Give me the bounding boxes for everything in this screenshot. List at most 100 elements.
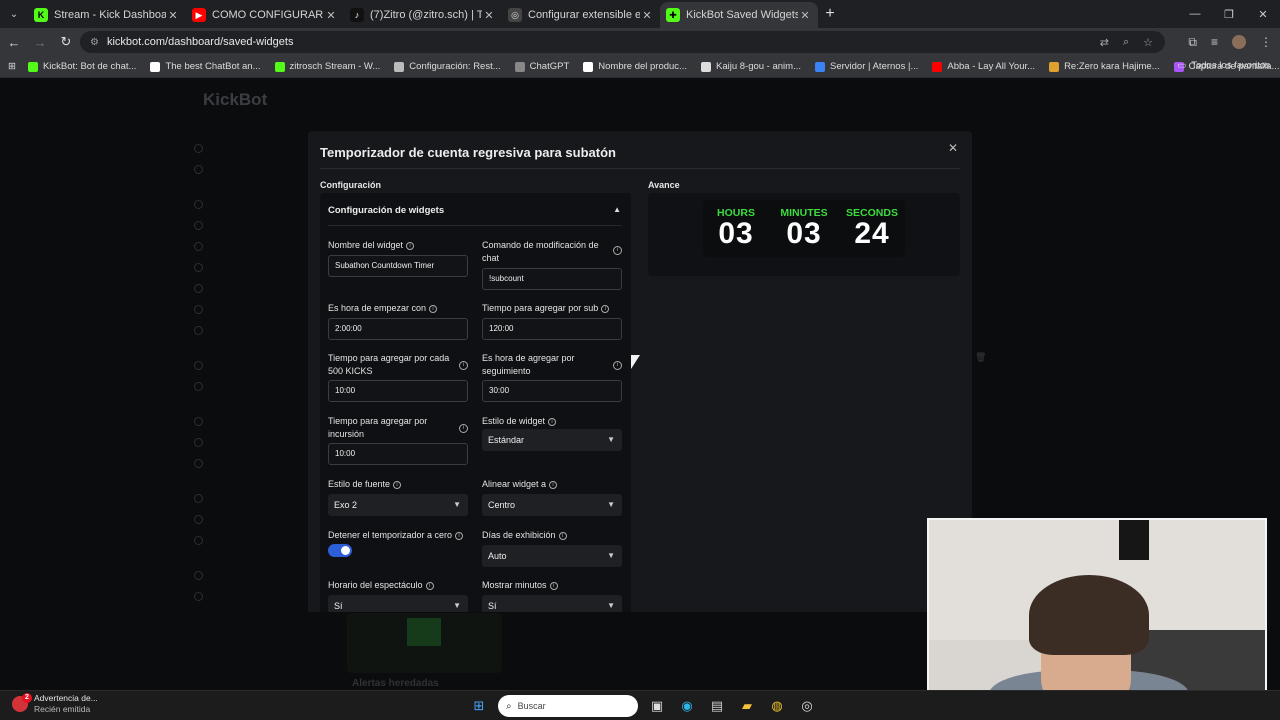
show-minutes-field: Mostrar minutos i Sí ▼ bbox=[482, 579, 622, 612]
info-icon[interactable]: i bbox=[613, 246, 622, 255]
align-select[interactable]: Centro ▼ bbox=[482, 494, 622, 516]
warning-icon: 2 bbox=[12, 693, 32, 712]
info-icon[interactable]: i bbox=[558, 531, 567, 540]
widget-preview: HOURS 03 MINUTES 03 SECONDS 24 bbox=[648, 193, 960, 276]
bookmark-item[interactable]: ChatGPT bbox=[514, 61, 569, 72]
profile-avatar-icon[interactable] bbox=[1232, 35, 1246, 49]
edge-icon[interactable]: ◉ bbox=[676, 695, 698, 717]
info-icon[interactable]: i bbox=[549, 581, 558, 590]
divider bbox=[328, 225, 622, 226]
close-tab-icon[interactable]: ✕ bbox=[482, 9, 496, 22]
back-icon[interactable]: ← bbox=[2, 30, 26, 54]
display-days-select[interactable]: Auto ▼ bbox=[482, 545, 622, 567]
bookmark-item[interactable]: Servidor | Aternos |... bbox=[815, 61, 918, 72]
taskbar-search[interactable]: ⌕ Buscar bbox=[498, 695, 638, 717]
time-per-sub-input[interactable]: 120:00 bbox=[482, 318, 622, 340]
info-icon[interactable]: i bbox=[429, 304, 438, 313]
trash-icon[interactable]: 🗑 bbox=[975, 352, 986, 363]
minimize-icon[interactable]: — bbox=[1178, 0, 1212, 28]
widget-style-select[interactable]: Estándar ▼ bbox=[482, 429, 622, 451]
maximize-icon[interactable]: ❐ bbox=[1212, 0, 1246, 28]
info-icon[interactable]: i bbox=[425, 581, 434, 590]
bookmark-item[interactable]: KickBot: Bot de chat... bbox=[27, 61, 137, 72]
info-icon[interactable]: i bbox=[601, 304, 610, 313]
windows-start-icon[interactable]: ⊞ bbox=[468, 695, 490, 717]
notification-widget[interactable]: 2 Advertencia de... Recién emitida bbox=[12, 693, 98, 715]
info-icon[interactable]: i bbox=[406, 241, 415, 250]
file-explorer-icon[interactable]: ▰ bbox=[736, 695, 758, 717]
menu-dots-icon[interactable]: ⋮ bbox=[1260, 35, 1272, 49]
stop-at-zero-toggle[interactable] bbox=[328, 544, 352, 557]
bookmark-item[interactable]: Abba - Lay All Your... bbox=[932, 61, 1035, 72]
tab-kick-dashboard[interactable]: K Stream - Kick Dashboard ✕ bbox=[28, 2, 186, 28]
new-tab-icon[interactable]: + bbox=[818, 5, 842, 23]
close-icon[interactable]: ✕ bbox=[944, 141, 962, 159]
tab-tiktok[interactable]: ♪ (7)Zitro (@zitro.sch) | TikTok ✕ bbox=[344, 2, 502, 28]
info-icon[interactable]: i bbox=[459, 361, 468, 370]
close-tab-icon[interactable]: ✕ bbox=[798, 9, 812, 22]
bookmark-label: Abba - Lay All Your... bbox=[947, 61, 1036, 72]
font-style-field: Estilo de fuente i Exo 2 ▼ bbox=[328, 478, 468, 516]
time-per-kicks-input[interactable]: 10:00 bbox=[328, 380, 468, 402]
info-icon[interactable]: i bbox=[549, 480, 558, 489]
font-style-select[interactable]: Exo 2 ▼ bbox=[328, 494, 468, 516]
chevron-down-icon: ▼ bbox=[607, 601, 615, 610]
all-bookmarks[interactable]: ▭ Todos los favoritos bbox=[1177, 60, 1270, 71]
media-control-icon[interactable]: ≡ bbox=[1211, 35, 1218, 49]
info-icon[interactable]: i bbox=[393, 480, 402, 489]
url-bar[interactable]: ⚙ kickbot.com/dashboard/saved-widgets ⇄ … bbox=[80, 31, 1165, 53]
bookmark-item[interactable]: Configuración: Rest... bbox=[394, 61, 501, 72]
chrome-icon[interactable]: ◍ bbox=[766, 695, 788, 717]
chevron-down-icon: ▼ bbox=[607, 435, 615, 444]
show-minutes-select[interactable]: Sí ▼ bbox=[482, 595, 622, 612]
bookmark-item[interactable]: Re:Zero kara Hajime... bbox=[1049, 61, 1160, 72]
bookmark-label: KickBot: Bot de chat... bbox=[42, 61, 137, 72]
align-field: Alinear widget ai Centro ▼ bbox=[482, 478, 622, 516]
show-schedule-label: Horario del espectáculo bbox=[328, 580, 423, 590]
forward-icon[interactable]: → bbox=[28, 30, 52, 54]
bookmark-favicon-icon bbox=[583, 61, 594, 72]
close-tab-icon[interactable]: ✕ bbox=[166, 9, 180, 22]
time-per-follow-input[interactable]: 30:00 bbox=[482, 380, 622, 402]
info-icon[interactable]: i bbox=[459, 424, 468, 433]
bookmark-item[interactable]: The best ChatBot an... bbox=[150, 61, 261, 72]
kickbot-logo: KickBot bbox=[203, 90, 268, 109]
chevron-down-icon: ▼ bbox=[453, 601, 461, 610]
close-tab-icon[interactable]: ✕ bbox=[324, 9, 338, 22]
extensions-icon[interactable]: ⧉ bbox=[1188, 35, 1197, 50]
tab-bar: ⌄ K Stream - Kick Dashboard ✕ ▶ COMO CON… bbox=[0, 0, 1280, 28]
tab-search-chevron-icon[interactable]: ⌄ bbox=[0, 0, 28, 28]
info-icon[interactable]: i bbox=[548, 417, 557, 426]
tab-kickbot-saved-widgets[interactable]: ✚ KickBot Saved Widgets ✕ bbox=[660, 2, 818, 28]
time-per-raid-input[interactable]: 10:00 bbox=[328, 443, 468, 465]
show-schedule-select[interactable]: Sí ▼ bbox=[328, 595, 468, 612]
reload-icon[interactable]: ↻ bbox=[54, 30, 78, 54]
zoom-icon[interactable]: ⌕ bbox=[1123, 36, 1129, 49]
bookmark-item[interactable]: Nombre del produc... bbox=[583, 61, 687, 72]
start-time-input[interactable]: 2:00:00 bbox=[328, 318, 468, 340]
time-per-sub-field: Tiempo para agregar por sub i 120:00 bbox=[482, 302, 622, 340]
widget-style-field: Estilo de widget i Estándar ▼ bbox=[482, 415, 622, 451]
all-bookmarks-label: Todos los favoritos bbox=[1191, 60, 1270, 71]
tab-youtube-video[interactable]: ▶ COMO CONFIGURAR E4XTENS ✕ bbox=[186, 2, 344, 28]
translate-icon[interactable]: ⇄ bbox=[1100, 36, 1109, 49]
bookmark-favicon-icon bbox=[932, 61, 943, 72]
close-tab-icon[interactable]: ✕ bbox=[640, 9, 654, 22]
bookmark-item[interactable]: zitrosch Stream - W... bbox=[274, 61, 380, 72]
chat-command-input[interactable]: !subcount bbox=[482, 268, 622, 290]
bookmark-star-icon[interactable]: ☆ bbox=[1143, 36, 1153, 49]
terminal-icon[interactable]: ▤ bbox=[706, 695, 728, 717]
tab-obs-config[interactable]: ◎ Configurar extensible en OBS ✕ bbox=[502, 2, 660, 28]
bookmark-item[interactable]: Kaiju 8-gou - anim... bbox=[700, 61, 801, 72]
task-view-icon[interactable]: ▣ bbox=[646, 695, 668, 717]
close-window-icon[interactable]: ✕ bbox=[1246, 0, 1280, 28]
chevron-up-icon[interactable]: ▲ bbox=[613, 205, 621, 214]
modal-title: Temporizador de cuenta regresiva para su… bbox=[320, 145, 616, 160]
obs-icon[interactable]: ◎ bbox=[796, 695, 818, 717]
widget-name-input[interactable]: Subathon Countdown Timer bbox=[328, 255, 468, 277]
info-icon[interactable]: i bbox=[613, 361, 622, 370]
site-info-icon[interactable]: ⚙ bbox=[90, 37, 99, 48]
info-icon[interactable]: i bbox=[455, 531, 464, 540]
url-text: kickbot.com/dashboard/saved-widgets bbox=[106, 36, 294, 48]
apps-grid-icon[interactable]: ⊞ bbox=[8, 61, 16, 72]
